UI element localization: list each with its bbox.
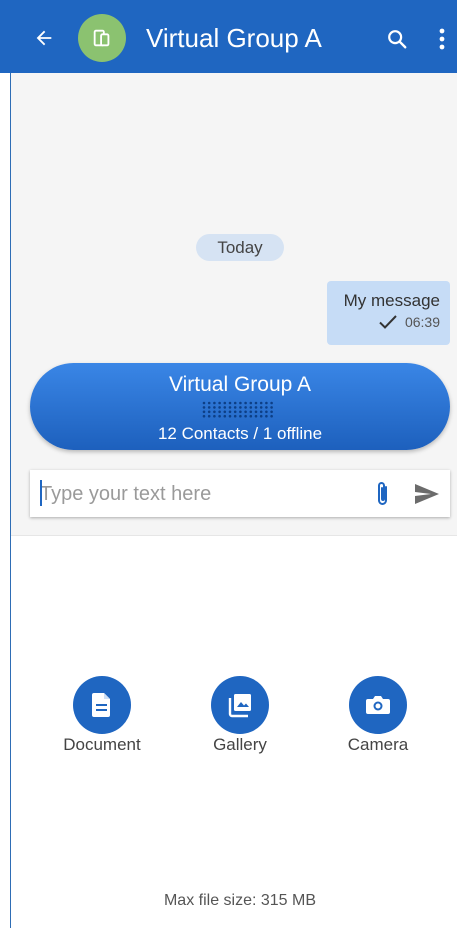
document-label: Document — [63, 735, 141, 754]
paperclip-icon — [378, 482, 387, 505]
search-icon — [388, 30, 407, 49]
search-button[interactable] — [380, 22, 414, 56]
send-button[interactable] — [410, 478, 444, 510]
attach-button[interactable] — [368, 478, 398, 510]
attach-gallery-option[interactable]: Gallery — [180, 676, 300, 756]
camera-label: Camera — [347, 735, 409, 754]
max-file-size-note: Max file size: 315 MB — [163, 892, 317, 909]
gallery-label: Gallery — [213, 735, 267, 754]
message-input[interactable] — [40, 480, 340, 508]
back-button[interactable] — [26, 20, 62, 56]
camera-icon — [366, 696, 390, 714]
attach-camera-option[interactable]: Camera — [318, 676, 438, 756]
check-icon — [379, 315, 397, 329]
group-card-status: 12 Contacts / 1 offline — [157, 424, 323, 443]
document-button[interactable] — [73, 676, 131, 734]
text-cursor — [40, 480, 42, 506]
message-time: 06:39 — [404, 314, 440, 330]
arrow-back-icon — [36, 30, 52, 46]
group-card-name: Virtual Group A — [168, 373, 312, 396]
gallery-button[interactable] — [211, 676, 269, 734]
devices-icon — [93, 29, 110, 47]
outgoing-message-bubble[interactable]: My message 06:39 — [327, 281, 450, 345]
more-vert-icon — [439, 28, 445, 50]
message-text: My message — [343, 291, 440, 310]
camera-button[interactable] — [349, 676, 407, 734]
page-title[interactable]: Virtual Group A — [146, 22, 322, 54]
group-avatar[interactable] — [78, 14, 126, 62]
divider — [11, 535, 457, 536]
message-composer — [30, 470, 450, 517]
message-meta: 06:39 — [327, 314, 440, 330]
more-options-button[interactable] — [430, 22, 454, 56]
date-separator: Today — [196, 234, 284, 261]
app-bar: Virtual Group A — [0, 0, 457, 73]
attach-document-option[interactable]: Document — [42, 676, 162, 756]
send-icon — [415, 484, 439, 504]
gallery-icon — [228, 694, 251, 718]
document-icon — [92, 693, 110, 717]
dot-grid-icon — [202, 401, 273, 418]
chat-screen: Virtual Group A Today My message 06:39 V… — [0, 0, 457, 928]
